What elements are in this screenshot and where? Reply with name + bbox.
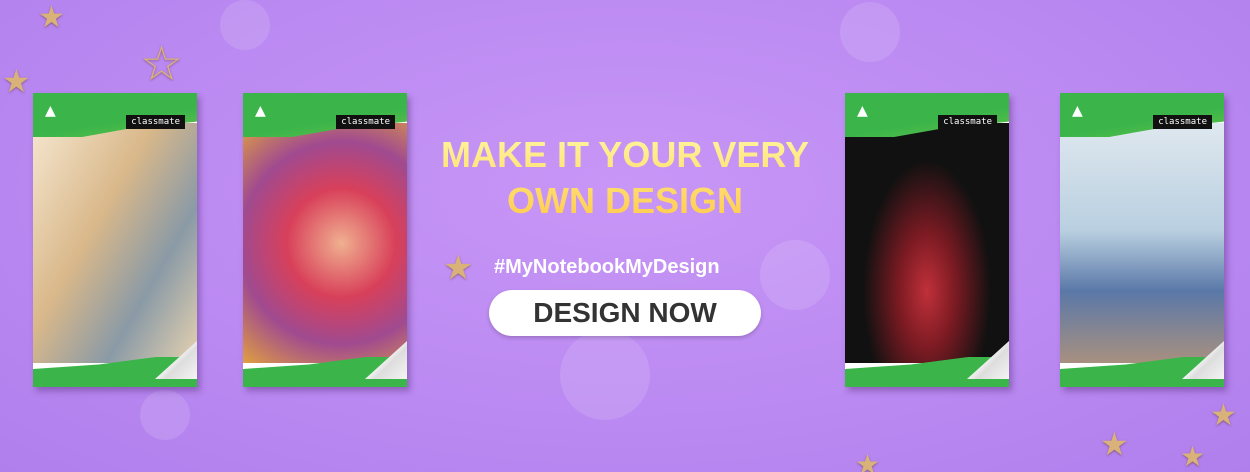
hashtag: #MyNotebookMyDesign: [494, 256, 720, 278]
cover-photo: [1060, 123, 1224, 363]
bokeh: [140, 390, 190, 440]
itc-logo: ▲: [255, 103, 266, 119]
bokeh: [840, 2, 900, 62]
headline-line-1: MAKE IT YOUR VERY: [440, 134, 810, 175]
brand-label: classmate: [938, 115, 997, 129]
itc-logo: ▲: [1072, 103, 1083, 119]
bokeh: [560, 330, 650, 420]
star-icon: ☆: [140, 36, 184, 92]
notebook-holi: ▲ classmate: [243, 93, 407, 387]
promo-banner: ★ ☆ ★ ★ ★ ★ ★ ★ ▲ classmate ▲ classmate …: [0, 0, 1250, 472]
bokeh: [760, 240, 830, 310]
headline-line-2: OWN DESIGN: [506, 180, 743, 221]
cover-photo: [243, 123, 407, 363]
headline: MAKE IT YOUR VERY OWN DESIGN: [420, 132, 830, 224]
brand-label: classmate: [336, 115, 395, 129]
cover-photo: [33, 123, 197, 363]
notebook-sparkler: ▲ classmate: [845, 93, 1009, 387]
star-icon: ★: [2, 62, 31, 100]
star-icon: ★: [1210, 398, 1237, 433]
star-icon: ★: [855, 448, 881, 472]
star-icon: ★: [443, 248, 474, 288]
notebook-travel: ▲ classmate: [1060, 93, 1224, 387]
brand-label: classmate: [1153, 115, 1212, 129]
notebook-birthday: ▲ classmate: [33, 93, 197, 387]
cover-photo: [845, 123, 1009, 363]
star-icon: ★: [1100, 425, 1129, 463]
brand-label: classmate: [126, 115, 185, 129]
star-icon: ★: [38, 0, 65, 35]
bokeh: [220, 0, 270, 50]
design-now-button[interactable]: DESIGN NOW: [489, 290, 761, 336]
itc-logo: ▲: [45, 103, 56, 119]
itc-logo: ▲: [857, 103, 868, 119]
star-icon: ★: [1180, 440, 1206, 472]
